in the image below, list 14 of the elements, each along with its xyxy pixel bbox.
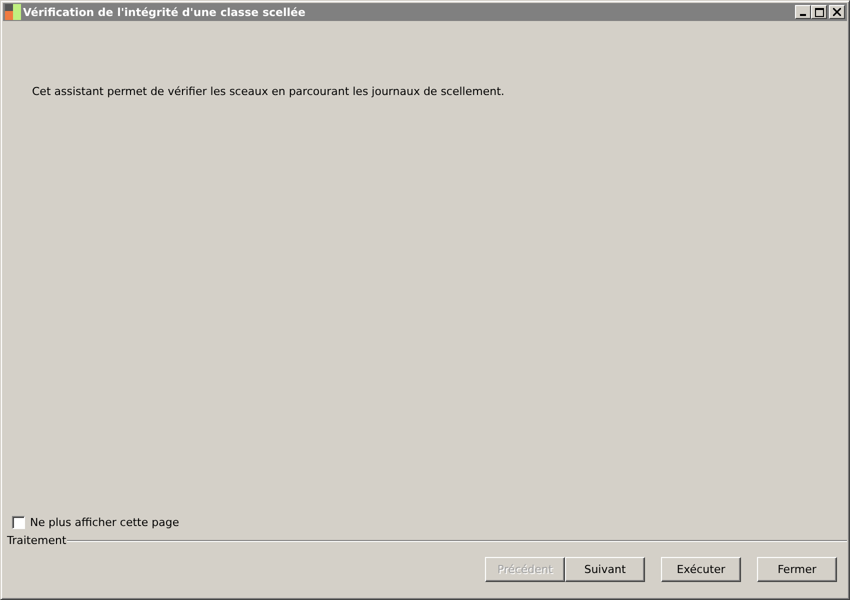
wizard-button[interactable]: Fermer [757,557,837,582]
description-text: Cet assistant permet de vérifier les sceaux en parcourant les journaux de scellement. [32,85,506,98]
close-icon [833,8,841,16]
maximize-button[interactable] [811,5,827,19]
close-button[interactable] [829,5,845,19]
maximize-icon [814,8,824,16]
wizard-button[interactable]: Exécuter [661,557,741,582]
minimize-button[interactable] [795,5,811,19]
checkbox[interactable] [12,516,25,529]
checkbox-label: Ne plus afficher cette page [30,516,180,529]
wizard-button[interactable]: Suivant [565,557,645,582]
group-label: Traitement [7,534,66,547]
window-title: Vérification de l'intégrité d'une classe scellée [23,6,306,18]
app-icon [5,4,21,20]
